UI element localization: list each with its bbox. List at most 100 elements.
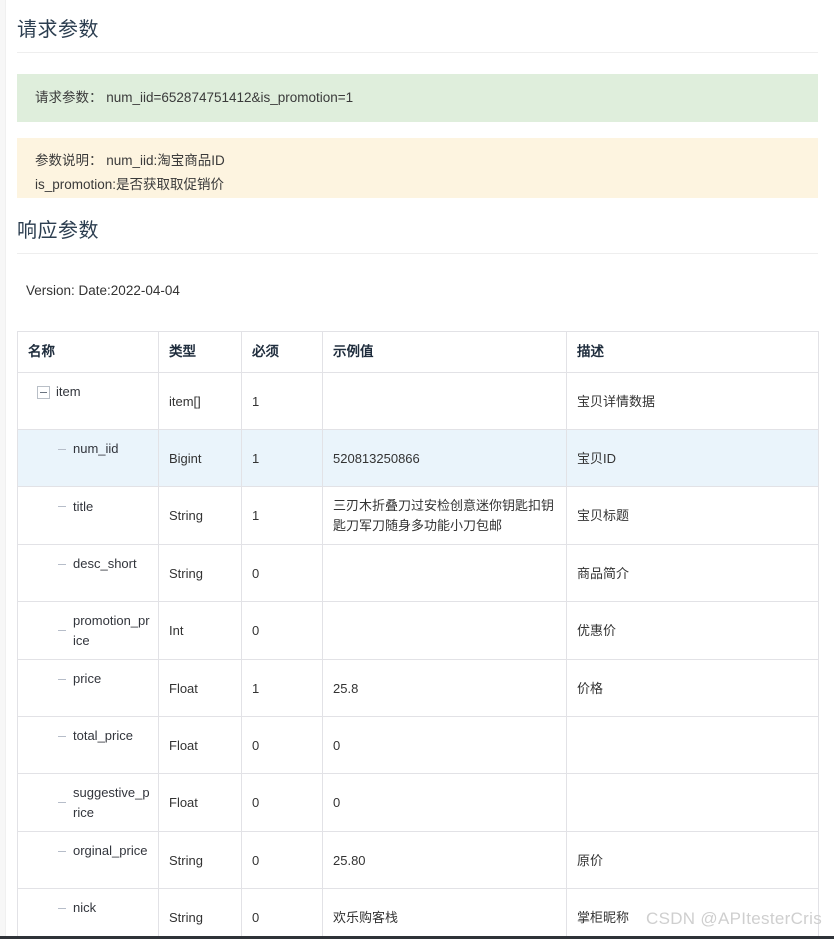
table-row[interactable]: promotion_price Int 0 优惠价 (17, 601, 819, 661)
table-row[interactable]: nick String 0 欢乐购客栈 掌柜昵称 (17, 888, 819, 939)
table-row[interactable]: title String 1 三刃木折叠刀过安检创意迷你钥匙扣钥匙刀军刀随身多功能小刀… (17, 486, 819, 546)
request-params-title: 请求参数 (17, 19, 99, 41)
tree-elbow-icon (58, 630, 66, 632)
param-type-cell: Int (158, 601, 242, 661)
param-name-label: num_iid (73, 441, 119, 457)
param-example-cell: 0 (322, 773, 567, 833)
tree-elbow-icon (58, 563, 66, 565)
table-body: item item[] 1 宝贝详情数据 num_iid Bigint 1 520813250… (17, 372, 819, 939)
param-type-cell: Bigint (158, 429, 242, 488)
param-name-label: promotion_price (73, 613, 150, 648)
param-name-label: orginal_price (73, 843, 148, 859)
params-note-box: 参数说明： num_iid:淘宝商品ID is_promotion:是否获取取促… (17, 138, 818, 198)
param-example-cell: 520813250866 (322, 429, 567, 488)
tree-elbow-icon (58, 506, 66, 507)
response-params-header: 响应参数 (17, 219, 818, 254)
param-example-cell: 三刃木折叠刀过安检创意迷你钥匙扣钥匙刀军刀随身多功能小刀包邮 (322, 486, 567, 546)
param-example-cell (322, 544, 567, 603)
param-name-cell[interactable]: promotion_price (17, 601, 159, 661)
param-desc-cell: 掌柜昵称 (566, 888, 819, 939)
param-required-cell: 1 (241, 659, 323, 718)
column-header-type[interactable]: 类型 (158, 330, 242, 374)
table-row[interactable]: desc_short String 0 商品简介 (17, 544, 819, 603)
api-doc-page: 请求参数 请求参数： num_iid=652874751412&is_promo… (0, 0, 834, 939)
param-required-cell: 1 (241, 372, 323, 431)
params-note-line-2: is_promotion:是否获取取促销价 (35, 176, 225, 192)
param-required-cell: 0 (241, 601, 323, 661)
param-desc-cell: 宝贝详情数据 (566, 372, 819, 431)
param-desc-cell: 宝贝ID (566, 429, 819, 488)
table-row[interactable]: item item[] 1 宝贝详情数据 (17, 372, 819, 431)
param-name-label: suggestive_price (73, 785, 150, 820)
response-params-table: 名称 类型 必须 示例值 描述 item item[] 1 宝贝详情数据 num_iid… (17, 330, 819, 939)
param-type-cell: String (158, 486, 242, 546)
param-desc-cell (566, 716, 819, 775)
request-params-header: 请求参数 (17, 18, 818, 53)
tree-elbow-icon (58, 735, 66, 737)
param-name-cell[interactable]: num_iid (17, 429, 159, 488)
param-type-cell: String (158, 544, 242, 603)
table-head: 名称 类型 必须 示例值 描述 (17, 330, 819, 374)
param-name-cell[interactable]: title (17, 486, 159, 546)
param-name-label: title (73, 498, 94, 514)
param-type-cell: Float (158, 659, 242, 718)
column-header-desc[interactable]: 描述 (566, 330, 819, 374)
table-row[interactable]: total_price Float 0 0 (17, 716, 819, 775)
request-params-text: 请求参数： num_iid=652874751412&is_promotion=… (35, 90, 354, 106)
table-row[interactable]: suggestive_price Float 0 0 (17, 773, 819, 833)
param-name-label: nick (73, 900, 97, 916)
param-name-cell[interactable]: orginal_price (17, 831, 159, 890)
param-required-cell: 1 (241, 429, 323, 488)
tree-elbow-icon (58, 850, 66, 852)
param-example-cell: 25.80 (322, 831, 567, 890)
param-required-cell: 0 (241, 773, 323, 833)
tree-elbow-icon (58, 907, 66, 909)
param-name-cell[interactable]: total_price (17, 716, 159, 775)
param-name-cell[interactable]: item (17, 372, 159, 431)
param-required-cell: 0 (241, 544, 323, 603)
param-name-cell[interactable]: desc_short (17, 544, 159, 603)
column-header-required[interactable]: 必须 (241, 330, 323, 374)
param-name-label: total_price (73, 728, 133, 744)
tree-elbow-icon (58, 448, 66, 450)
param-desc-cell: 原价 (566, 831, 819, 890)
param-desc-cell: 价格 (566, 659, 819, 718)
param-desc-cell: 宝贝标题 (566, 486, 819, 546)
table-row[interactable]: orginal_price String 0 25.80 原价 (17, 831, 819, 890)
param-required-cell: 0 (241, 831, 323, 890)
param-example-cell (322, 372, 567, 431)
param-required-cell: 0 (241, 716, 323, 775)
param-type-cell: Float (158, 773, 242, 833)
param-name-label: price (73, 671, 102, 687)
table-row[interactable]: num_iid Bigint 1 520813250866 宝贝ID (17, 429, 819, 488)
param-type-cell: Float (158, 716, 242, 775)
page-content: 请求参数 请求参数： num_iid=652874751412&is_promo… (17, 0, 819, 939)
param-example-cell: 欢乐购客栈 (322, 888, 567, 939)
param-type-cell: item[] (158, 372, 242, 431)
table-row[interactable]: price Float 1 25.8 价格 (17, 659, 819, 718)
params-note-line-1: 参数说明： num_iid:淘宝商品ID (35, 153, 225, 168)
tree-elbow-icon (58, 802, 66, 804)
param-example-cell: 0 (322, 716, 567, 775)
tree-elbow-icon (58, 678, 66, 680)
param-name-cell[interactable]: suggestive_price (17, 773, 159, 833)
param-name-label: item (56, 384, 81, 400)
param-name-label: desc_short (73, 556, 137, 572)
column-header-example[interactable]: 示例值 (322, 330, 567, 374)
collapse-toggle-icon[interactable] (37, 385, 50, 399)
param-desc-cell: 商品简介 (566, 544, 819, 603)
param-type-cell: String (158, 888, 242, 939)
column-header-name[interactable]: 名称 (17, 330, 159, 374)
table-header-row: 名称 类型 必须 示例值 描述 (17, 330, 819, 374)
param-required-cell: 0 (241, 888, 323, 939)
param-desc-cell (566, 773, 819, 833)
param-name-cell[interactable]: price (17, 659, 159, 718)
param-example-cell (322, 601, 567, 661)
param-name-cell[interactable]: nick (17, 888, 159, 939)
request-params-box: 请求参数： num_iid=652874751412&is_promotion=… (17, 74, 818, 122)
param-required-cell: 1 (241, 486, 323, 546)
response-params-title: 响应参数 (17, 220, 99, 242)
param-example-cell: 25.8 (322, 659, 567, 718)
version-date: Version: Date:2022-04-04 (26, 283, 180, 298)
param-desc-cell: 优惠价 (566, 601, 819, 661)
